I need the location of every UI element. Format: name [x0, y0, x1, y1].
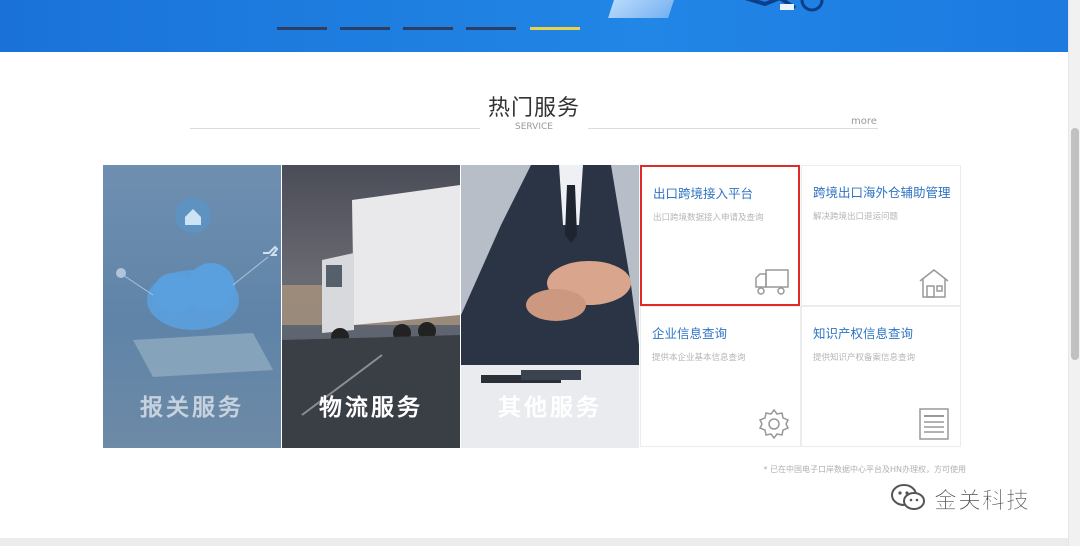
card-title: 企业信息查询: [652, 326, 728, 341]
gear-icon: [758, 408, 790, 440]
scrollbar-thumb[interactable]: [1071, 128, 1079, 360]
section-subtitle: SERVICE: [515, 122, 553, 132]
tile-customs-service[interactable]: 报关服务: [103, 165, 281, 448]
card-title: 出口跨境接入平台: [653, 186, 754, 201]
top-banner: [0, 0, 1068, 52]
section-title: 热门服务: [487, 96, 580, 121]
warehouse-icon: [919, 269, 949, 298]
banner-graphic-tools: [744, 0, 824, 12]
tile-logistics-service[interactable]: 物流服务: [282, 165, 460, 448]
card-desc: 解决跨境出口退运问题: [813, 212, 899, 222]
divider-right: [588, 128, 878, 129]
more-link[interactable]: more: [851, 116, 877, 127]
card-export-crossborder-platform[interactable]: 出口跨境接入平台 出口跨境数据接入申请及查询: [640, 165, 800, 306]
card-desc: 提供本企业基本信息查询: [652, 353, 746, 363]
carousel-dot-2[interactable]: [340, 27, 390, 30]
carousel-dot-1[interactable]: [277, 27, 327, 30]
card-desc: 提供知识产权备案信息查询: [813, 353, 916, 363]
card-desc: 出口跨境数据接入申请及查询: [653, 213, 764, 223]
carousel-dot-4[interactable]: [466, 27, 516, 30]
watermark-text: 金关科技: [934, 488, 1030, 515]
document-icon: [919, 408, 949, 440]
wechat-icon: [891, 484, 925, 510]
tile-label: 报关服务: [140, 395, 244, 421]
card-ip-info-query[interactable]: 知识产权信息查询 提供知识产权备案信息查询: [801, 306, 961, 447]
footnote: * 已在中国电子口岸数据中心平台及HN办理权，方可使用: [763, 465, 966, 474]
carousel-dot-3[interactable]: [403, 27, 453, 30]
tile-label: 物流服务: [319, 395, 423, 421]
vertical-scrollbar[interactable]: [1068, 0, 1080, 546]
card-overseas-warehouse[interactable]: 跨境出口海外仓辅助管理 解决跨境出口退运问题: [801, 165, 961, 306]
tile-label: 其他服务: [498, 395, 602, 421]
tile-other-service[interactable]: 其他服务: [461, 165, 639, 448]
card-title: 知识产权信息查询: [813, 326, 914, 341]
carousel-dot-5-active[interactable]: [530, 27, 580, 30]
truck-icon: [755, 269, 789, 295]
card-title: 跨境出口海外仓辅助管理: [813, 185, 951, 200]
bottom-bar: [0, 538, 1068, 546]
banner-graphic: [608, 0, 676, 18]
card-company-info-query[interactable]: 企业信息查询 提供本企业基本信息查询: [640, 306, 801, 447]
